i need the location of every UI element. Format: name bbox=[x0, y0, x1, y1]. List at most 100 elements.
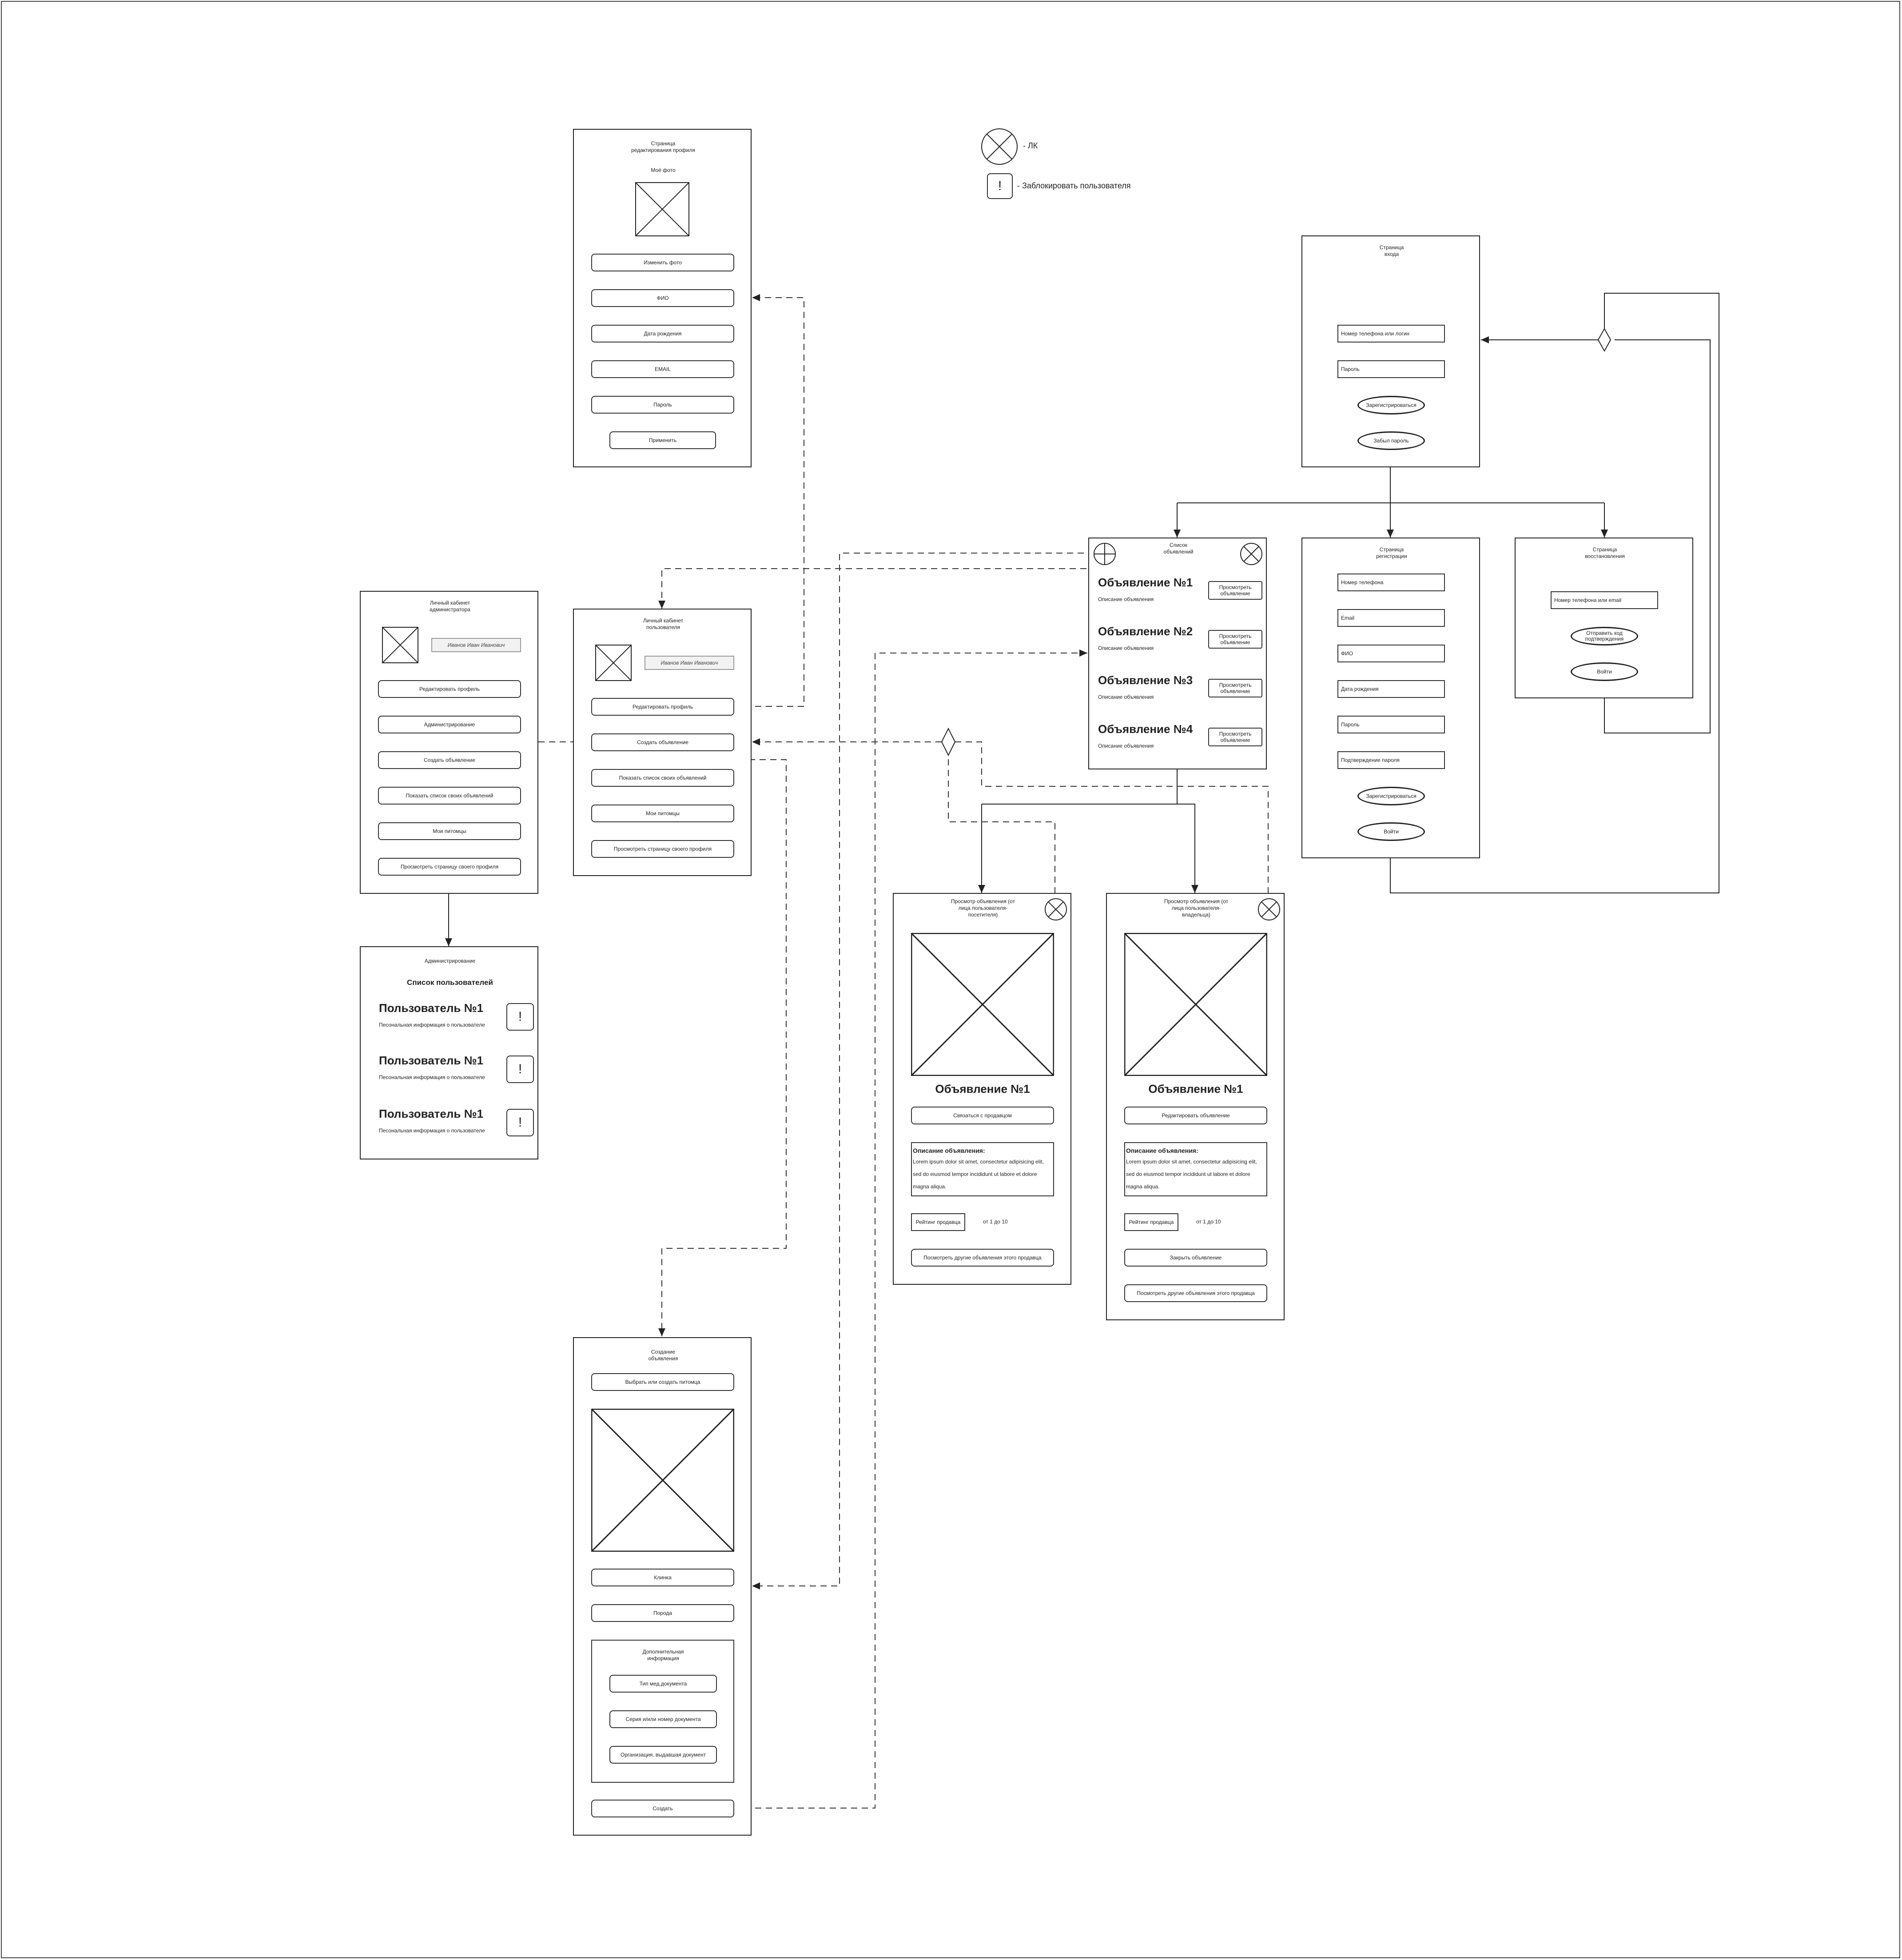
ad-title: Объявление №2 bbox=[1098, 625, 1193, 638]
lk-icon[interactable] bbox=[1044, 897, 1068, 921]
my-ads-button[interactable]: Показать список своих объявлений bbox=[378, 787, 521, 805]
avatar-placeholder-icon bbox=[382, 627, 418, 663]
email-field[interactable]: Email bbox=[1337, 609, 1445, 627]
seller-rating-label: Рейтинг продавца bbox=[1124, 1213, 1178, 1231]
doc-issuer-button[interactable]: Организация, выдавшая документ bbox=[609, 1746, 717, 1764]
description-text: Lorem ipsum dolor sit amet, consectetur … bbox=[913, 1159, 1044, 1190]
ad-title: Объявление №1 bbox=[1148, 1082, 1243, 1096]
admin-panel-title: Администрирование bbox=[424, 958, 476, 964]
administration-button[interactable]: Администрирование bbox=[378, 716, 521, 733]
view-ad-button[interactable]: Просмотреть объявление bbox=[1208, 630, 1262, 649]
create-ad-title: Создание объявления bbox=[648, 1349, 678, 1362]
ad-description: Описание объявления bbox=[1098, 596, 1154, 602]
login-title: Страница входа bbox=[1379, 244, 1404, 257]
description-heading: Описание объявления: bbox=[1126, 1147, 1198, 1154]
fio-button[interactable]: ФИО bbox=[591, 289, 734, 307]
seller-rating-value: от 1 до 10 bbox=[1196, 1219, 1221, 1225]
clinic-button[interactable]: Клинка bbox=[591, 1569, 734, 1586]
ad-title: Объявление №3 bbox=[1098, 673, 1193, 687]
ad-image-placeholder-icon bbox=[911, 933, 1054, 1076]
med-doc-type-button[interactable]: Тип мед.документа bbox=[609, 1675, 717, 1693]
user-name: Пользователь №1 bbox=[379, 1001, 484, 1015]
register-button[interactable]: Зарегистрироваться bbox=[1357, 396, 1425, 414]
recovery-screen: Страница восстановления Номер телефона и… bbox=[1515, 538, 1693, 698]
plus-icon[interactable] bbox=[1093, 542, 1117, 566]
birthdate-button[interactable]: Дата рождения bbox=[591, 325, 734, 343]
view-ad-button[interactable]: Просмотреть объявление bbox=[1208, 728, 1262, 746]
password-button[interactable]: Пароль bbox=[591, 396, 734, 414]
ad-description-box: Описание объявления: Lorem ipsum dolor s… bbox=[1124, 1142, 1267, 1196]
description-text: Lorem ipsum dolor sit amet, consectetur … bbox=[1126, 1159, 1257, 1190]
lk-icon[interactable] bbox=[1239, 542, 1263, 566]
other-ads-button[interactable]: Посмотреть другие объявления этого прода… bbox=[1124, 1284, 1267, 1302]
seller-rating-label: Рейтинг продавца bbox=[911, 1213, 965, 1231]
my-pets-button[interactable]: Мои питомцы bbox=[591, 805, 734, 822]
decision-diamond-cabinet bbox=[941, 727, 956, 757]
breed-button[interactable]: Порода bbox=[591, 1604, 734, 1622]
photo-placeholder-icon bbox=[635, 182, 689, 236]
confirm-password-field[interactable]: Подтверждение пароля bbox=[1337, 751, 1445, 769]
edit-profile-button[interactable]: Редактировать профиль bbox=[378, 680, 521, 698]
ad-list-screen: Список объявлений Объявление №1 Описание… bbox=[1088, 538, 1267, 769]
edit-ad-button[interactable]: Редактировать объявление bbox=[1124, 1107, 1267, 1124]
admin-cabinet-title: Личный кабинет администратора bbox=[430, 600, 470, 613]
login-button[interactable]: Войти bbox=[1571, 662, 1638, 681]
block-user-button[interactable]: ! bbox=[506, 1056, 534, 1083]
lk-icon[interactable] bbox=[1257, 897, 1281, 921]
login-screen: Страница входа Номер телефона или логин … bbox=[1301, 235, 1480, 467]
ad-description: Описание объявления bbox=[1098, 743, 1154, 749]
dashed-visitor-lk bbox=[948, 749, 1055, 904]
user-cabinet-title: Личный кабинет пользователя bbox=[643, 617, 684, 630]
create-button[interactable]: Создать bbox=[591, 1800, 734, 1817]
ad-title: Объявление №4 bbox=[1098, 722, 1193, 736]
recovery-title: Страница восстановления bbox=[1585, 546, 1625, 559]
change-photo-button[interactable]: Изменить фото bbox=[591, 254, 734, 271]
ad-view-visitor-screen: Просмотр объявления (от лица пользовател… bbox=[893, 893, 1071, 1285]
phone-field[interactable]: Номер телефона bbox=[1337, 574, 1445, 591]
create-ad-button[interactable]: Создать объявление bbox=[378, 751, 521, 769]
user-name: Пользователь №1 bbox=[379, 1107, 484, 1120]
view-ad-button[interactable]: Просмотреть объявление bbox=[1208, 581, 1262, 600]
contact-seller-button[interactable]: Связаться с продавцом bbox=[911, 1107, 1054, 1124]
recovery-field[interactable]: Номер телефона или email bbox=[1551, 591, 1658, 609]
block-user-button[interactable]: ! bbox=[506, 1109, 534, 1136]
ad-view-owner-screen: Просмотр объявления (от лица пользовател… bbox=[1106, 893, 1285, 1320]
user-info: Песональная информация о пользователе bbox=[379, 1127, 485, 1134]
decision-diamond-login bbox=[1597, 327, 1612, 352]
birthdate-field[interactable]: Дата рождения bbox=[1337, 680, 1445, 698]
edit-profile-button[interactable]: Редактировать профиль bbox=[591, 698, 734, 716]
doc-number-button[interactable]: Серия и/или номер документа bbox=[609, 1710, 717, 1728]
legend-block-icon: ! bbox=[987, 173, 1013, 199]
password-field[interactable]: Пароль bbox=[1337, 360, 1445, 378]
my-pets-button[interactable]: Мои питомцы bbox=[378, 822, 521, 840]
view-profile-button[interactable]: Просмотреть страницу своего профиля bbox=[378, 858, 521, 876]
send-code-button[interactable]: Отправить код подтверждения bbox=[1571, 627, 1638, 645]
edit-profile-title: Страница редактирования профиля bbox=[631, 140, 695, 153]
apply-button[interactable]: Применить bbox=[609, 431, 716, 449]
pick-pet-button[interactable]: Выбрать или создать питомца bbox=[591, 1373, 734, 1391]
close-ad-button[interactable]: Закрыть объявление bbox=[1124, 1249, 1267, 1267]
ad-image-placeholder-icon bbox=[1124, 933, 1267, 1076]
description-heading: Описание объявления: bbox=[913, 1147, 985, 1154]
photo-label: Моё фото bbox=[651, 167, 676, 173]
forgot-password-button[interactable]: Забыл пароль bbox=[1357, 431, 1425, 450]
admin-panel-screen: Администрирование Список пользователей П… bbox=[360, 946, 538, 1159]
my-ads-button[interactable]: Показать список своих объявлений bbox=[591, 769, 734, 787]
view-ad-button[interactable]: Просмотреть объявление bbox=[1208, 679, 1262, 697]
ad-title: Объявление №1 bbox=[1098, 576, 1193, 589]
user-name: Пользователь №1 bbox=[379, 1054, 484, 1067]
other-ads-button[interactable]: Посмотреть другие объявления этого прода… bbox=[911, 1249, 1054, 1267]
block-user-button[interactable]: ! bbox=[506, 1003, 534, 1031]
user-info: Песональная информация о пользователе bbox=[379, 1022, 485, 1028]
register-button[interactable]: Зарегистрироваться bbox=[1357, 787, 1425, 805]
login-button[interactable]: Войти bbox=[1357, 822, 1425, 841]
ad-view-owner-title: Просмотр объявления (от лица пользовател… bbox=[1164, 898, 1229, 918]
view-profile-button[interactable]: Просмотреть страницу своего профиля bbox=[591, 840, 734, 858]
login-field[interactable]: Номер телефона или логин bbox=[1337, 325, 1445, 343]
legend-block-text: - Заблокировать пользователя bbox=[1017, 181, 1131, 190]
fio-field[interactable]: ФИО bbox=[1337, 645, 1445, 662]
email-button[interactable]: EMAIL bbox=[591, 360, 734, 378]
create-ad-button[interactable]: Создать объявление bbox=[591, 733, 734, 751]
password-field[interactable]: Пароль bbox=[1337, 716, 1445, 733]
ad-list-title: Список объявлений bbox=[1163, 542, 1194, 555]
